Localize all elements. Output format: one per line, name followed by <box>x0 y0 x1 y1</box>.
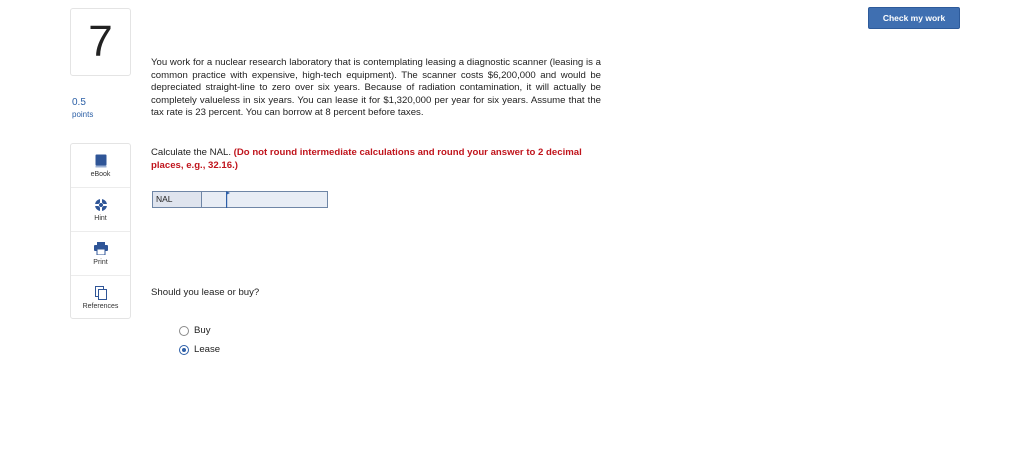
nal-answer-row: NAL <box>152 191 328 208</box>
sidebar-item-print[interactable]: Print <box>71 232 130 276</box>
references-icon <box>94 286 107 300</box>
sidebar-item-hint[interactable]: Hint <box>71 188 130 232</box>
nal-label: NAL <box>153 192 202 207</box>
option-lease-label: Lease <box>194 344 221 355</box>
sidebar-item-references[interactable]: References <box>71 276 130 320</box>
sidebar-item-label: eBook <box>90 170 111 178</box>
instruction-text: Calculate the NAL. (Do not round interme… <box>151 147 606 172</box>
sidebar-item-label: Print <box>93 258 108 266</box>
points-label: points <box>72 110 94 119</box>
option-lease[interactable]: Lease <box>179 344 220 355</box>
resources-sidebar: eBook Hint Print References <box>70 143 131 319</box>
nal-input[interactable] <box>202 192 327 207</box>
option-buy-label: Buy <box>194 325 211 336</box>
question-text: You work for a nuclear research laborato… <box>151 57 601 119</box>
sidebar-item-label: References <box>82 303 119 310</box>
check-my-work-button[interactable]: Check my work <box>868 7 960 29</box>
lease-or-buy-question: Should you lease or buy? <box>151 287 260 298</box>
sidebar-item-label: Hint <box>94 214 107 222</box>
printer-icon <box>93 242 108 256</box>
input-cursor-icon <box>226 191 230 208</box>
lifebuoy-icon <box>94 198 108 212</box>
question-number: 7 <box>70 8 131 76</box>
radio-buy[interactable] <box>179 325 189 336</box>
book-icon <box>95 154 107 168</box>
radio-lease[interactable] <box>179 344 189 355</box>
option-buy[interactable]: Buy <box>179 325 211 336</box>
instruction-lead: Calculate the NAL. <box>151 147 231 158</box>
sidebar-item-ebook[interactable]: eBook <box>71 144 130 188</box>
points-value: 0.5 <box>72 97 86 108</box>
